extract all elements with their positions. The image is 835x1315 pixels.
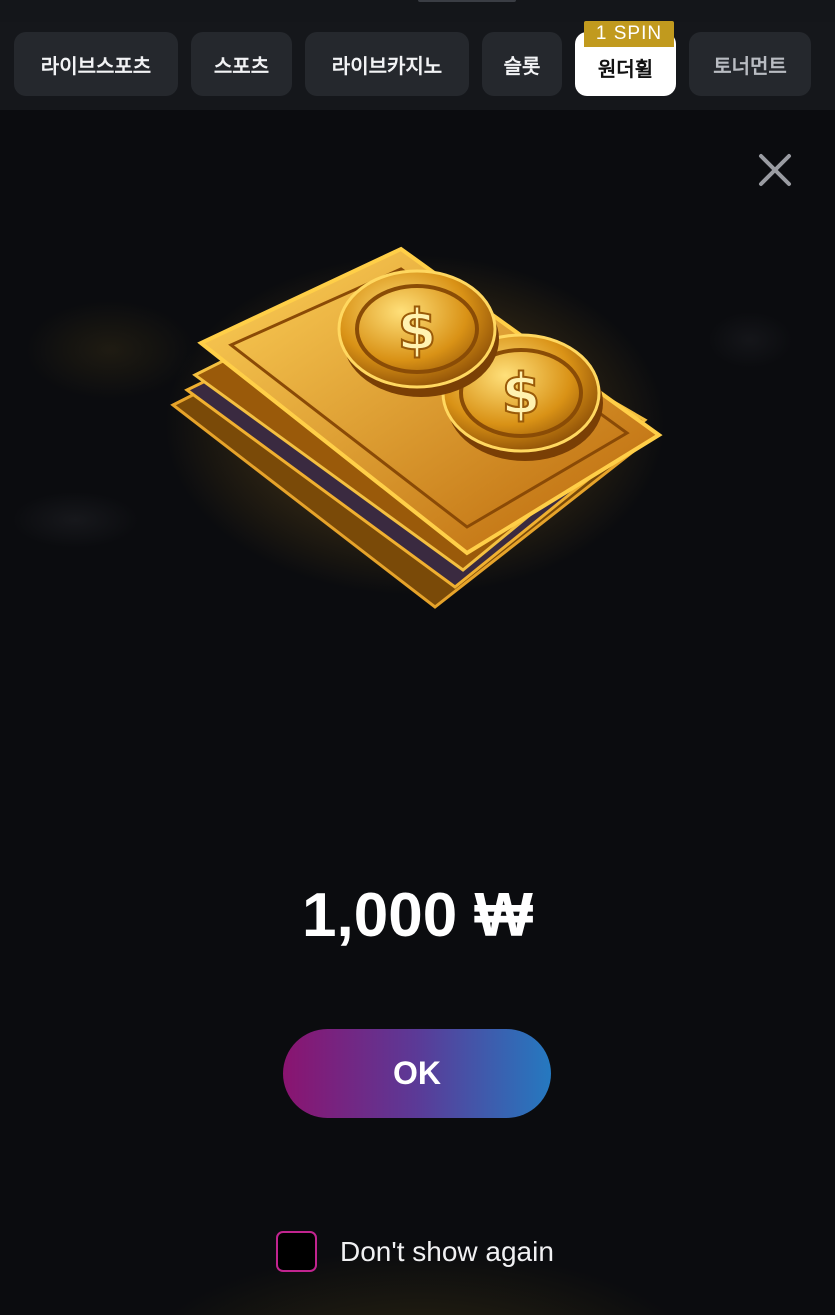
dont-show-again-checkbox[interactable] (276, 1231, 317, 1272)
page: 라이브스포츠 스포츠 라이브카지노 슬롯 원더휠 토너먼트 1 SPIN $ $… (0, 0, 835, 1315)
svg-text:$: $ (398, 298, 437, 363)
tab-slots[interactable]: 슬롯 (482, 32, 562, 96)
drag-handle (418, 0, 516, 2)
spin-count-badge: 1 SPIN (584, 21, 674, 47)
tab-live-casino[interactable]: 라이브카지노 (305, 32, 469, 96)
dont-show-again-label: Don't show again (340, 1235, 554, 1267)
category-tabs: 라이브스포츠 스포츠 라이브카지노 슬롯 원더휠 토너먼트 (0, 22, 835, 110)
gold-cash-coins-icon: $ $ (165, 235, 665, 615)
tab-live-sports[interactable]: 라이브스포츠 (14, 32, 178, 96)
reward-amount: 1,000 ₩ (302, 881, 533, 950)
close-icon[interactable] (755, 150, 795, 190)
ok-button[interactable]: OK (283, 1029, 551, 1118)
dont-show-again-toggle[interactable]: Don't show again (276, 1229, 554, 1274)
tab-tournament[interactable]: 토너먼트 (689, 32, 811, 96)
tab-sports[interactable]: 스포츠 (191, 32, 292, 96)
svg-text:$: $ (502, 362, 541, 427)
top-strip (0, 0, 835, 23)
